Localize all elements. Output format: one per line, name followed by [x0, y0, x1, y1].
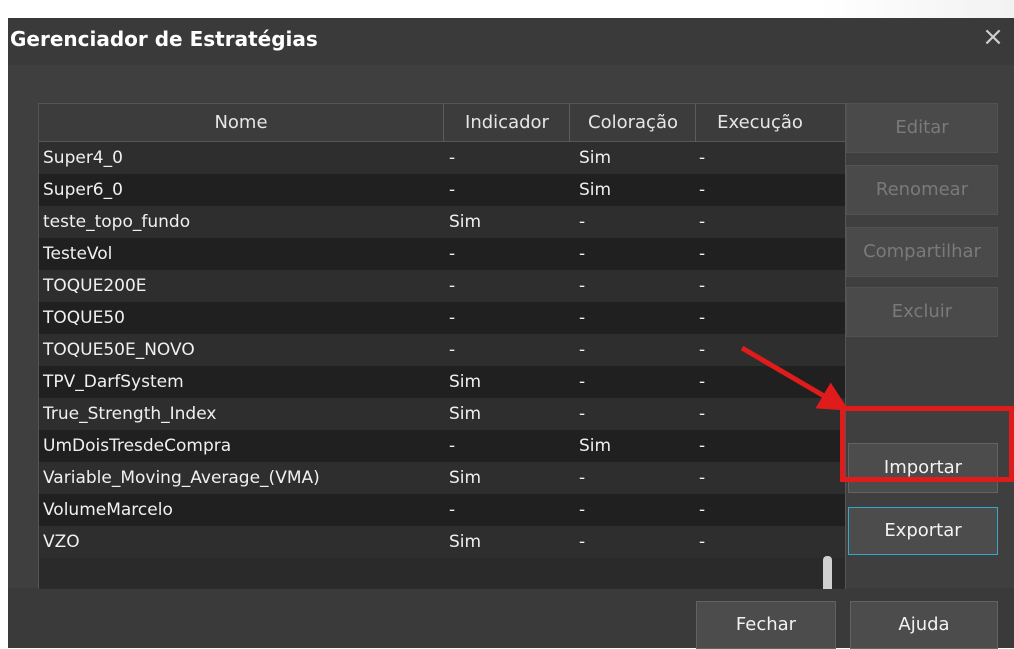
cell-execucao: -	[699, 500, 706, 520]
table-row[interactable]: teste_topo_fundo Sim - -	[39, 206, 845, 238]
cell-indicador: -	[449, 276, 456, 296]
cell-execucao: -	[699, 148, 706, 168]
cell-indicador: -	[449, 500, 456, 520]
column-header-nome[interactable]: Nome	[39, 104, 443, 142]
cell-execucao: -	[699, 404, 706, 424]
close-button[interactable]: Fechar	[696, 601, 836, 649]
cell-indicador: Sim	[449, 404, 482, 424]
dialog-title: Gerenciador de Estratégias	[10, 27, 318, 51]
import-highlight-box	[840, 406, 1014, 482]
dialog-footer: Fechar Ajuda	[8, 589, 1014, 649]
cell-execucao: -	[699, 340, 706, 360]
cell-coloracao: Sim	[579, 180, 612, 200]
strategies-table: Nome Indicador Coloração Execução Super4…	[38, 103, 846, 601]
cell-coloracao: -	[579, 308, 586, 328]
cell-nome: TOQUE50E_NOVO	[43, 340, 195, 360]
cell-execucao: -	[699, 468, 706, 488]
table-row[interactable]: TPV_DarfSystem Sim - -	[39, 366, 845, 398]
table-row[interactable]: VolumeMarcelo - - -	[39, 494, 845, 526]
cell-coloracao: -	[579, 500, 586, 520]
table-row[interactable]: Super4_0 - Sim -	[39, 142, 845, 174]
cell-execucao: -	[699, 308, 706, 328]
cell-nome: TOQUE50	[43, 308, 125, 328]
cell-coloracao: -	[579, 404, 586, 424]
cell-nome: VZO	[43, 532, 80, 552]
cell-nome: TesteVol	[43, 244, 113, 264]
cell-indicador: -	[449, 436, 456, 456]
cell-nome: Variable_Moving_Average_(VMA)	[43, 468, 320, 488]
cell-execucao: -	[699, 276, 706, 296]
strategy-manager-dialog: Gerenciador de Estratégias × Nome Indica…	[8, 18, 1014, 649]
cell-nome: VolumeMarcelo	[43, 500, 173, 520]
cell-nome: teste_topo_fundo	[43, 212, 191, 232]
help-button[interactable]: Ajuda	[850, 601, 998, 649]
cell-coloracao: Sim	[579, 148, 612, 168]
delete-button[interactable]: Excluir	[846, 287, 998, 337]
table-row[interactable]: Super6_0 - Sim -	[39, 174, 845, 206]
table-row[interactable]: True_Strength_Index Sim - -	[39, 398, 845, 430]
share-button[interactable]: Compartilhar	[846, 227, 998, 277]
cell-execucao: -	[699, 372, 706, 392]
cell-nome: TOQUE200E	[43, 276, 147, 296]
rename-button[interactable]: Renomear	[846, 165, 998, 215]
column-header-coloracao[interactable]: Coloração	[569, 104, 696, 142]
table-row[interactable]: TesteVol - - -	[39, 238, 845, 270]
cell-execucao: -	[699, 180, 706, 200]
export-button[interactable]: Exportar	[848, 507, 998, 555]
cell-execucao: -	[699, 244, 706, 264]
cell-nome: True_Strength_Index	[43, 404, 217, 424]
cell-coloracao: -	[579, 212, 586, 232]
table-row[interactable]: TOQUE50E_NOVO - - -	[39, 334, 845, 366]
background-corner	[820, 0, 1014, 18]
cell-indicador: Sim	[449, 468, 482, 488]
cell-coloracao: Sim	[579, 436, 612, 456]
cell-indicador: -	[449, 308, 456, 328]
column-header-indicador[interactable]: Indicador	[443, 104, 570, 142]
table-row[interactable]: Variable_Moving_Average_(VMA) Sim - -	[39, 462, 845, 494]
cell-indicador: Sim	[449, 212, 482, 232]
column-header-execucao[interactable]: Execução	[695, 104, 824, 142]
cell-indicador: Sim	[449, 372, 482, 392]
cell-nome: Super4_0	[43, 148, 123, 168]
table-row[interactable]: TOQUE200E - - -	[39, 270, 845, 302]
cell-coloracao: -	[579, 276, 586, 296]
title-bar: Gerenciador de Estratégias ×	[8, 18, 1014, 64]
table-row[interactable]: TOQUE50 - - -	[39, 302, 845, 334]
table-row[interactable]: VZO Sim - -	[39, 526, 845, 558]
cell-coloracao: -	[579, 244, 586, 264]
cell-nome: TPV_DarfSystem	[43, 372, 184, 392]
cell-indicador: -	[449, 148, 456, 168]
cell-coloracao: -	[579, 372, 586, 392]
cell-execucao: -	[699, 436, 706, 456]
cell-indicador: -	[449, 340, 456, 360]
cell-execucao: -	[699, 532, 706, 552]
table-body: Super4_0- Sim - Super6_0- Sim - teste_topo_fun…	[39, 142, 845, 558]
cell-coloracao: -	[579, 468, 586, 488]
edit-button[interactable]: Editar	[846, 103, 998, 153]
cell-coloracao: -	[579, 532, 586, 552]
content-panel: Nome Indicador Coloração Execução Super4…	[8, 65, 1014, 601]
close-icon[interactable]: ×	[978, 22, 1008, 52]
cell-indicador: Sim	[449, 532, 482, 552]
cell-execucao: -	[699, 212, 706, 232]
cell-indicador: -	[449, 244, 456, 264]
cell-coloracao: -	[579, 340, 586, 360]
cell-indicador: -	[449, 180, 456, 200]
table-header: Nome Indicador Coloração Execução	[39, 104, 845, 142]
table-row[interactable]: UmDoisTresdeCompra - Sim -	[39, 430, 845, 462]
cell-nome: UmDoisTresdeCompra	[43, 436, 232, 456]
cell-nome: Super6_0	[43, 180, 123, 200]
